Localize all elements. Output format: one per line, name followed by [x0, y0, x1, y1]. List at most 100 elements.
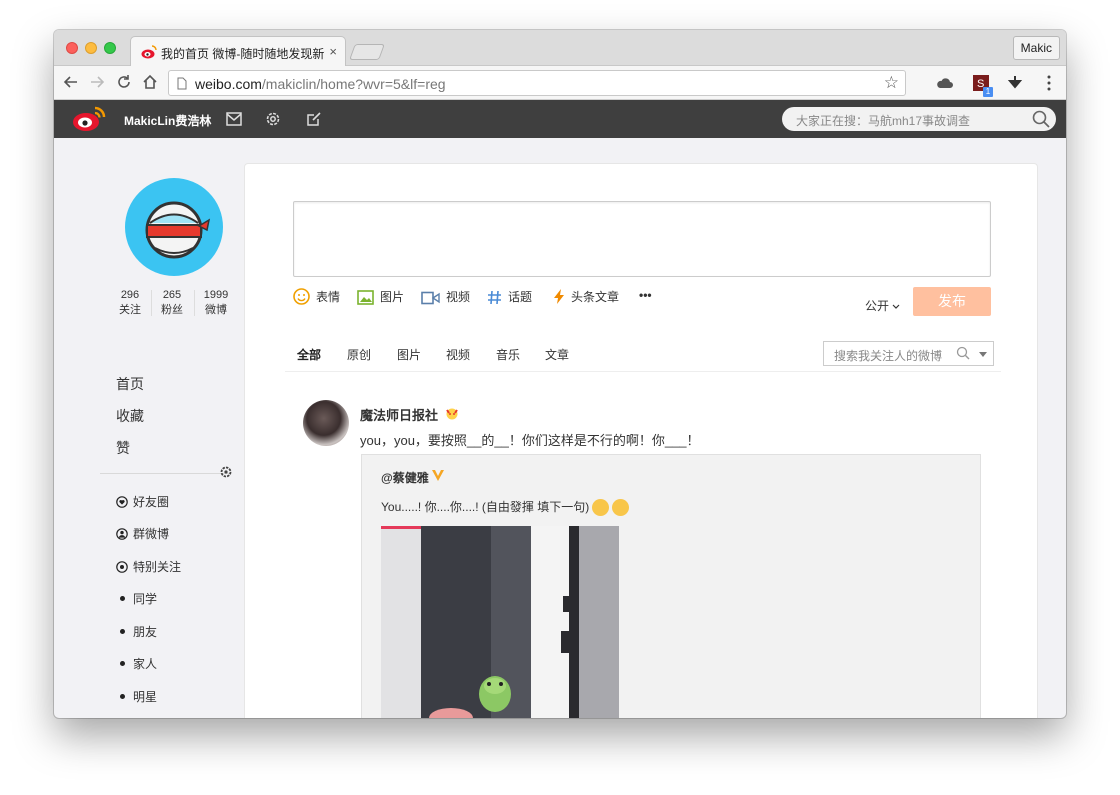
stat-label: 微博: [205, 304, 227, 316]
filter-all[interactable]: 全部: [297, 346, 321, 363]
group-friends-circle[interactable]: 好友圈: [116, 493, 169, 511]
dropdown-arrow-icon[interactable]: [979, 352, 987, 357]
tab-title: 我的首页 微博-随时随地发现新鲜事: [161, 47, 325, 61]
visibility-dropdown[interactable]: 公开: [865, 297, 900, 314]
ninja-avatar-icon: [145, 201, 211, 259]
heart-circle-icon: [116, 496, 128, 508]
lightning-icon: [554, 289, 564, 304]
search-icon[interactable]: [956, 346, 970, 360]
header-search-input[interactable]: 大家正在搜：马航mh17事故调查: [782, 107, 1056, 131]
search-icon[interactable]: [1032, 110, 1050, 128]
feed-search-input[interactable]: 搜索我关注人的微博: [823, 341, 994, 366]
page-icon: [177, 77, 187, 90]
browser-tab[interactable]: 我的首页 微博-随时随地发现新鲜事 ×: [130, 36, 346, 66]
tool-label: 头条文章: [571, 290, 620, 304]
close-window-button[interactable]: [66, 42, 78, 54]
nav-home[interactable]: 首页: [116, 374, 144, 394]
hashtag-icon: [488, 290, 501, 305]
tool-label: 视频: [446, 290, 471, 304]
stat-value: 296: [120, 289, 140, 301]
url-path: /makiclin/home?wvr=5&lf=reg: [261, 76, 446, 92]
cloud-extension-icon[interactable]: [936, 74, 954, 92]
compose-textarea[interactable]: [293, 201, 991, 277]
profile-button[interactable]: Makic: [1012, 36, 1060, 60]
video-tool[interactable]: 视频: [421, 288, 470, 305]
topic-tool[interactable]: 话题: [487, 288, 532, 305]
message-icon[interactable]: [225, 110, 243, 128]
post-author-name[interactable]: 魔法师日报社: [360, 405, 438, 424]
tool-label: 话题: [508, 290, 533, 304]
bullet-icon: [120, 661, 125, 666]
subgroup-family[interactable]: 家人: [116, 655, 157, 673]
bullet-icon: [120, 596, 125, 601]
nav-likes[interactable]: 赞: [116, 438, 130, 458]
filter-videos[interactable]: 视频: [446, 346, 470, 363]
visibility-label: 公开: [865, 299, 890, 313]
feed-search-placeholder: 搜索我关注人的微博: [834, 349, 943, 363]
forward-arrow-icon[interactable]: [88, 73, 106, 91]
subgroup-celebrities[interactable]: 明星: [116, 688, 157, 706]
nav-favorites[interactable]: 收藏: [116, 406, 144, 426]
more-tools-button[interactable]: •••: [639, 288, 652, 302]
weibo-header: MakicLin费浩林 大家正在搜：马航mh17事故调查: [54, 100, 1066, 138]
weibo-favicon-icon: [141, 45, 157, 59]
laughing-emoji-icon: [612, 499, 630, 516]
group-label: 好友圈: [133, 495, 170, 509]
repost-text: You.....! 你....你....! (自由發揮 填下一句): [381, 498, 630, 516]
publish-button[interactable]: 发布: [913, 287, 991, 316]
stat-posts[interactable]: 1999 微博: [196, 288, 236, 318]
repost-text-content: You.....! 你....你....! (自由發揮 填下一句): [381, 500, 590, 514]
stat-followers[interactable]: 265 粉丝: [152, 288, 192, 318]
chevron-down-icon: [892, 304, 900, 309]
settings-gear-icon[interactable]: [264, 110, 282, 128]
article-tool[interactable]: 头条文章: [553, 288, 619, 305]
menu-dots-icon[interactable]: [1040, 74, 1058, 92]
feed-filter-bar: 全部 原创 图片 视频 音乐 文章 搜索我关注人的微博: [285, 334, 1001, 372]
user-avatar[interactable]: [125, 178, 223, 276]
subgroup-label: 朋友: [133, 625, 158, 639]
download-icon[interactable]: [1006, 74, 1024, 92]
subgroup-label: 同学: [133, 592, 158, 606]
header-username[interactable]: MakicLin费浩林: [124, 112, 211, 129]
stat-label: 关注: [119, 304, 141, 316]
repost-block: @蔡健雅 You.....! 你....你....! (自由發揮 填下一句): [361, 454, 981, 718]
eye-circle-icon: [116, 561, 128, 573]
group-label: 特别关注: [133, 560, 182, 574]
browser-toolbar: weibo.com/makiclin/home?wvr=5&lf=reg ☆ S…: [54, 66, 1066, 100]
filter-original[interactable]: 原创: [347, 346, 371, 363]
subgroup-classmates[interactable]: 同学: [116, 590, 157, 608]
group-settings-gear-icon[interactable]: [219, 465, 233, 479]
bullet-icon: [120, 629, 125, 634]
laughing-emoji-icon: [592, 499, 610, 516]
image-tool[interactable]: 图片: [357, 288, 404, 305]
group-special-follow[interactable]: 特别关注: [116, 558, 181, 576]
post-author-avatar[interactable]: [303, 400, 349, 446]
minimize-window-button[interactable]: [85, 42, 97, 54]
repost-photo[interactable]: [381, 526, 619, 718]
filter-music[interactable]: 音乐: [496, 346, 520, 363]
reload-icon[interactable]: [115, 73, 133, 91]
bookmark-star-icon[interactable]: ☆: [884, 73, 899, 93]
tab-close-icon[interactable]: ×: [329, 44, 337, 59]
filter-articles[interactable]: 文章: [545, 346, 569, 363]
filter-images[interactable]: 图片: [397, 346, 421, 363]
left-sidebar: 296 关注 265 粉丝 1999 微博 首页 收藏 赞 好友圈 群微博 特别关注 …: [54, 138, 244, 718]
group-group-weibo[interactable]: 群微博: [116, 525, 169, 543]
subgroup-label: 家人: [133, 657, 158, 671]
stat-divider: [194, 290, 195, 316]
url-text: weibo.com/makiclin/home?wvr=5&lf=reg: [195, 76, 446, 92]
address-bar[interactable]: weibo.com/makiclin/home?wvr=5&lf=reg ☆: [168, 70, 906, 96]
new-tab-button[interactable]: [349, 44, 385, 60]
home-icon[interactable]: [141, 73, 159, 91]
stat-label: 粉丝: [161, 304, 183, 316]
subgroup-friends[interactable]: 朋友: [116, 623, 157, 641]
emoji-tool[interactable]: 表情: [293, 288, 340, 305]
zoom-window-button[interactable]: [104, 42, 116, 54]
weibo-logo-icon[interactable]: [72, 106, 106, 132]
repost-author[interactable]: @蔡健雅: [381, 469, 429, 486]
back-arrow-icon[interactable]: [62, 73, 80, 91]
video-camera-icon: [421, 291, 440, 305]
stat-following[interactable]: 296 关注: [110, 288, 150, 318]
subgroup-label: 明星: [133, 690, 158, 704]
compose-icon[interactable]: [305, 110, 323, 128]
